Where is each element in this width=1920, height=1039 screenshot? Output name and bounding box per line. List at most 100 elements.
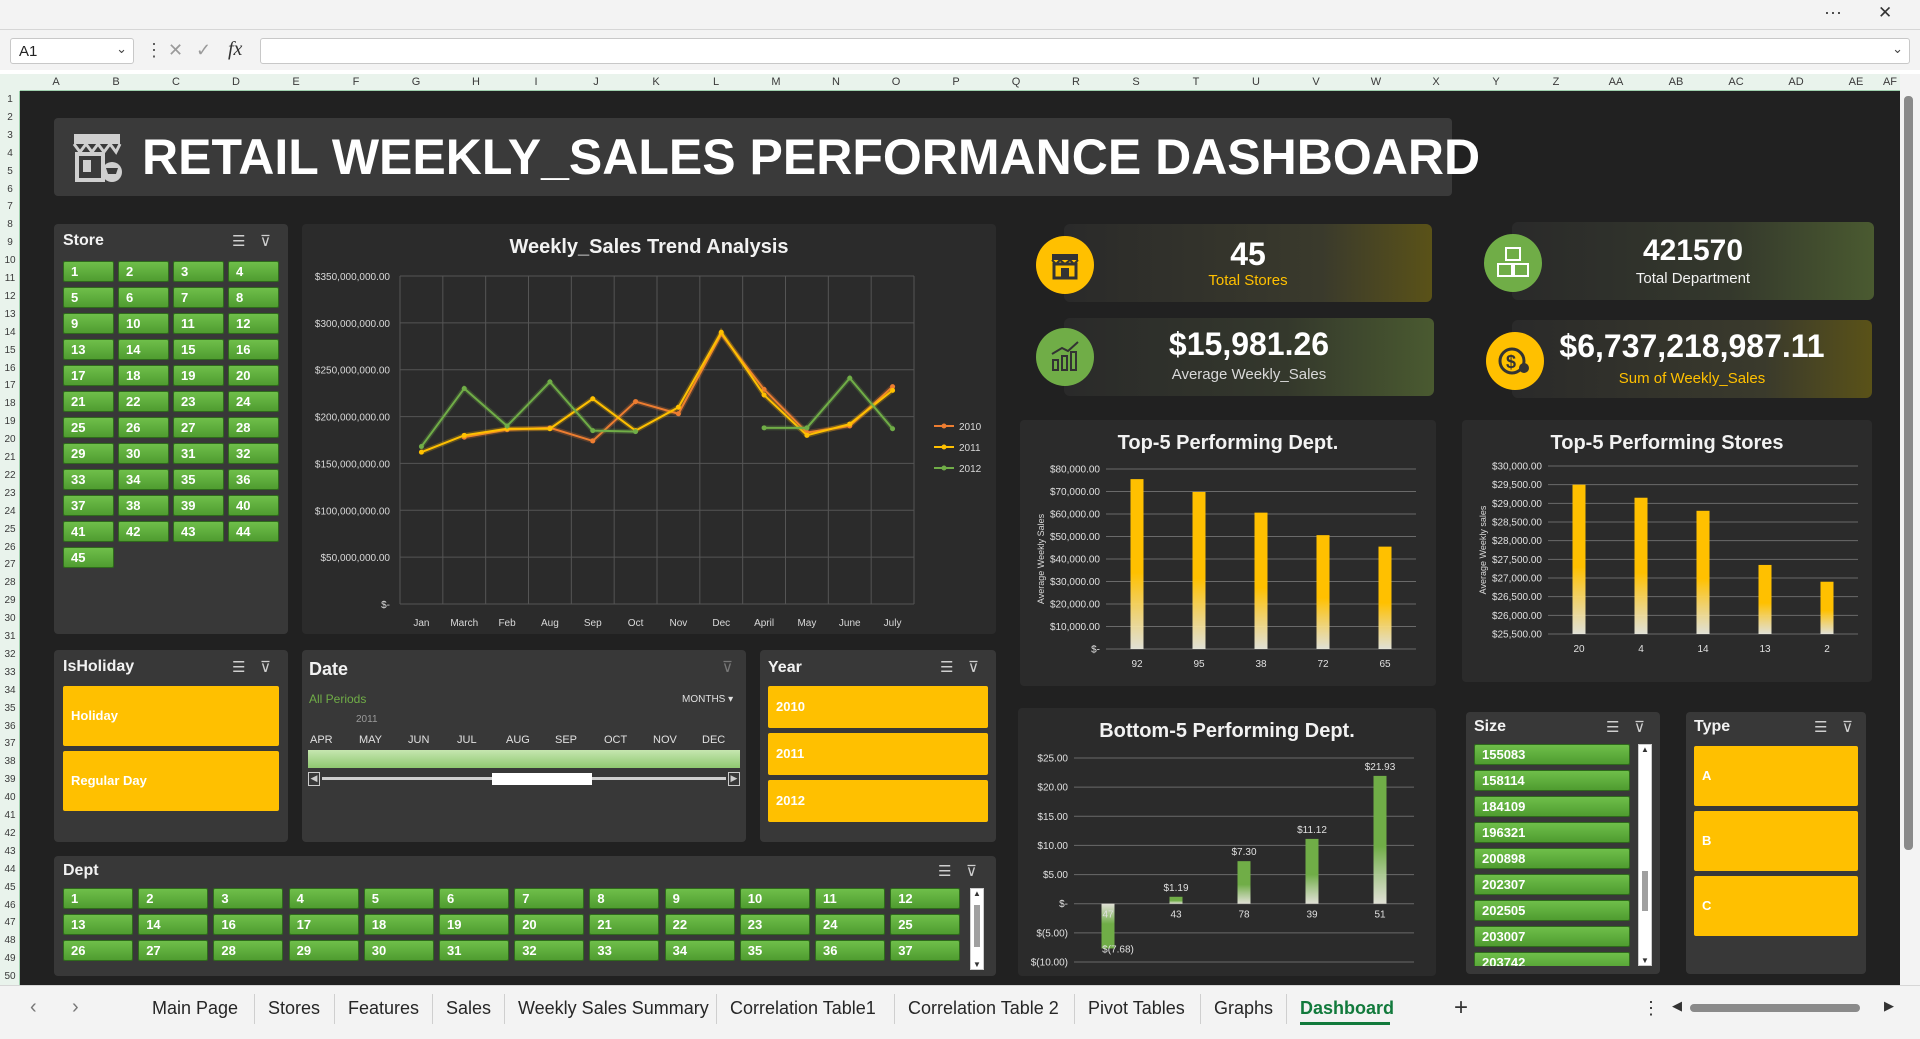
row-header[interactable]: 34	[0, 685, 20, 696]
store-option[interactable]: 8	[228, 287, 279, 308]
row-header[interactable]: 6	[0, 184, 20, 195]
column-header[interactable]: G	[396, 74, 436, 91]
select-all-corner[interactable]	[0, 74, 20, 91]
row-header[interactable]: 46	[0, 900, 20, 911]
row-header[interactable]: 48	[0, 935, 20, 946]
store-option[interactable]: 20	[228, 365, 279, 386]
store-option[interactable]: 16	[228, 339, 279, 360]
store-option[interactable]: 45	[63, 547, 114, 568]
column-header[interactable]: V	[1296, 74, 1336, 91]
timeline-month[interactable]: OCT	[604, 734, 627, 746]
row-header[interactable]: 37	[0, 738, 20, 749]
row-header[interactable]: 20	[0, 434, 20, 445]
row-header[interactable]: 21	[0, 452, 20, 463]
year-option-2011[interactable]: 2011	[768, 733, 988, 775]
store-option[interactable]: 15	[173, 339, 224, 360]
dept-option[interactable]: 34	[664, 940, 735, 961]
column-header[interactable]: K	[636, 74, 676, 91]
dept-option[interactable]: 11	[815, 888, 885, 909]
dept-option[interactable]: 37	[890, 940, 961, 961]
column-header[interactable]: T	[1176, 74, 1216, 91]
column-header[interactable]: U	[1236, 74, 1276, 91]
column-header[interactable]: L	[696, 74, 736, 91]
row-header[interactable]: 12	[0, 291, 20, 302]
store-option[interactable]: 21	[63, 391, 114, 412]
multi-select-icon[interactable]: ☰	[938, 862, 951, 880]
row-header[interactable]: 15	[0, 345, 20, 356]
row-header[interactable]: 18	[0, 398, 20, 409]
store-option[interactable]: 39	[173, 495, 224, 516]
row-header[interactable]: 41	[0, 810, 20, 821]
column-header[interactable]: Y	[1476, 74, 1516, 91]
year-option-2010[interactable]: 2010	[768, 686, 988, 728]
type-option-c[interactable]: C	[1694, 876, 1858, 936]
row-header[interactable]: 42	[0, 828, 20, 839]
column-header[interactable]: AB	[1656, 74, 1696, 91]
size-scroll-thumb[interactable]	[1642, 871, 1648, 911]
store-option[interactable]: 24	[228, 391, 279, 412]
column-header[interactable]: M	[756, 74, 796, 91]
column-header[interactable]: C	[156, 74, 196, 91]
timeline-month[interactable]: NOV	[653, 734, 677, 746]
time-level-dropdown[interactable]: MONTHS ▾	[682, 694, 733, 705]
name-box[interactable]: A1 ⌄	[10, 38, 134, 64]
row-header[interactable]: 33	[0, 667, 20, 678]
dept-option[interactable]: 30	[363, 940, 434, 961]
formula-options-icon[interactable]: ⋮	[145, 40, 163, 61]
row-header[interactable]: 39	[0, 774, 20, 785]
size-option[interactable]: 203007	[1474, 926, 1630, 947]
row-header[interactable]: 43	[0, 846, 20, 857]
sheet-tab[interactable]: Main Page	[152, 998, 238, 1019]
hscroll-thumb[interactable]	[1690, 1004, 1860, 1012]
timeline-month[interactable]: SEP	[555, 734, 577, 746]
store-option[interactable]: 4	[228, 261, 279, 282]
store-option[interactable]: 26	[118, 417, 169, 438]
dept-option[interactable]: 9	[664, 888, 735, 909]
row-header[interactable]: 38	[0, 756, 20, 767]
size-option[interactable]: 200898	[1474, 848, 1630, 869]
sheet-tab[interactable]: Correlation Table 2	[908, 998, 1059, 1019]
clear-filter-icon[interactable]: ⊽	[260, 658, 271, 676]
sheet-tab[interactable]: Dashboard	[1300, 998, 1394, 1019]
store-option[interactable]: 9	[63, 313, 114, 334]
dept-option[interactable]: 26	[63, 940, 133, 961]
sheet-tab[interactable]: Stores	[268, 998, 320, 1019]
timeline-month[interactable]: MAY	[359, 734, 382, 746]
row-header[interactable]: 44	[0, 864, 20, 875]
clear-filter-icon[interactable]: ⊽	[722, 658, 733, 676]
row-header[interactable]: 50	[0, 971, 20, 982]
store-option[interactable]: 18	[118, 365, 169, 386]
tab-scroll-right-icon[interactable]: ›	[72, 996, 79, 1019]
store-option[interactable]: 1	[63, 261, 114, 282]
store-option[interactable]: 13	[63, 339, 114, 360]
store-option[interactable]: 43	[173, 521, 224, 542]
vertical-scroll-thumb[interactable]	[1904, 96, 1913, 850]
column-header[interactable]: W	[1356, 74, 1396, 91]
row-header[interactable]: 14	[0, 327, 20, 338]
store-option[interactable]: 28	[228, 417, 279, 438]
dept-option[interactable]: 32	[514, 940, 585, 961]
row-header[interactable]: 17	[0, 380, 20, 391]
column-header[interactable]: A	[36, 74, 76, 91]
column-header[interactable]: O	[876, 74, 916, 91]
store-option[interactable]: 17	[63, 365, 114, 386]
timeline-month[interactable]: AUG	[506, 734, 530, 746]
column-header[interactable]: P	[936, 74, 976, 91]
row-header[interactable]: 45	[0, 882, 20, 893]
scroll-down-icon[interactable]: ▼	[971, 960, 983, 969]
row-header[interactable]: 27	[0, 559, 20, 570]
row-header[interactable]: 24	[0, 506, 20, 517]
store-option[interactable]: 42	[118, 521, 169, 542]
dept-option[interactable]: 29	[288, 940, 359, 961]
sheet-tab[interactable]: Features	[348, 998, 419, 1019]
store-option[interactable]: 23	[173, 391, 224, 412]
dept-option[interactable]: 22	[664, 914, 735, 935]
store-option[interactable]: 37	[63, 495, 114, 516]
dept-option[interactable]: 18	[363, 914, 434, 935]
store-option[interactable]: 14	[118, 339, 169, 360]
store-option[interactable]: 6	[118, 287, 169, 308]
scroll-up-icon[interactable]: ▲	[971, 889, 983, 898]
row-header[interactable]: 47	[0, 917, 20, 928]
dept-option[interactable]: 6	[439, 888, 509, 909]
sheet-tab[interactable]: Correlation Table1	[730, 998, 876, 1019]
